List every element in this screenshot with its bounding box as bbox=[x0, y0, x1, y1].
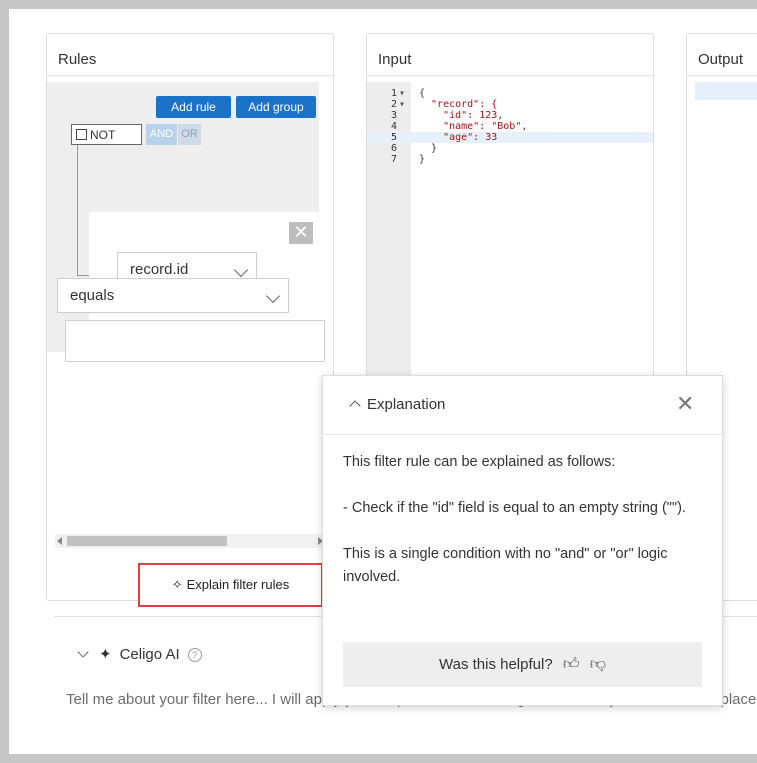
output-code-editor[interactable] bbox=[695, 82, 757, 100]
operator-select[interactable]: equals bbox=[57, 278, 289, 313]
not-label: NOT bbox=[90, 128, 116, 142]
explain-filter-rules-button[interactable]: ✧ Explain filter rules bbox=[138, 563, 323, 607]
line-number: 4 bbox=[391, 121, 398, 132]
line-number: 5 bbox=[391, 132, 398, 143]
divider bbox=[687, 75, 757, 76]
or-button[interactable]: OR bbox=[178, 124, 201, 145]
code-text: { bbox=[419, 88, 426, 99]
thumbs-down-icon[interactable]: 👎︎ bbox=[590, 642, 606, 687]
line-number: 7 bbox=[391, 154, 398, 165]
helpful-label: Was this helpful? bbox=[439, 656, 553, 673]
sparkle-icon: ✦ bbox=[99, 646, 112, 663]
fold-icon[interactable]: ▾ bbox=[399, 88, 405, 99]
not-toggle[interactable]: NOT bbox=[71, 124, 142, 145]
horizontal-scrollbar[interactable] bbox=[55, 534, 325, 548]
input-title: Input bbox=[378, 51, 412, 68]
field-select-value: record.id bbox=[130, 261, 189, 278]
scrollbar-thumb[interactable] bbox=[67, 536, 227, 546]
line-number: 1 bbox=[391, 88, 398, 99]
divider bbox=[47, 75, 333, 76]
scroll-left-icon[interactable] bbox=[57, 537, 62, 545]
input-code-editor[interactable]: 1 ▾ { 2 ▾ "record": { 3 "id": 123, 4 "name… bbox=[367, 82, 653, 382]
line-number: 6 bbox=[391, 143, 398, 154]
code-text: "id": 123, bbox=[419, 110, 504, 121]
sparkle-icon: ✧ bbox=[171, 577, 183, 592]
code-line: 7 } bbox=[367, 154, 653, 165]
delete-rule-button[interactable]: ✕ bbox=[289, 222, 313, 244]
line-number: 2 bbox=[391, 99, 398, 110]
code-line: 1 ▾ { bbox=[367, 88, 653, 99]
celigo-ai-title: Celigo AI bbox=[119, 646, 180, 663]
operator-select-value: equals bbox=[70, 287, 115, 304]
chevron-down-icon bbox=[233, 262, 249, 278]
add-group-button[interactable]: Add group bbox=[236, 96, 316, 118]
code-line: 3 "id": 123, bbox=[367, 110, 653, 121]
code-text: } bbox=[419, 143, 438, 154]
query-builder: Add rule Add group NOT AND OR ✕ record.i… bbox=[47, 82, 325, 362]
explanation-header[interactable]: Explanation ✕ bbox=[323, 376, 722, 435]
celigo-ai-header[interactable]: ✦ Celigo AI? bbox=[77, 645, 202, 663]
output-title: Output bbox=[698, 51, 744, 68]
value-input[interactable] bbox=[65, 320, 325, 362]
code-text: "record": { bbox=[419, 99, 498, 110]
code-line: 6 } bbox=[367, 143, 653, 154]
code-line: 2 ▾ "record": { bbox=[367, 99, 653, 110]
explanation-popup: Explanation ✕ This filter rule can be ex… bbox=[322, 375, 723, 706]
filter-editor-window: Rules Add rule Add group NOT AND OR ✕ re… bbox=[9, 9, 757, 754]
explanation-body: This filter rule can be explained as fol… bbox=[343, 451, 708, 589]
code-text: } bbox=[419, 154, 426, 165]
rules-panel: Rules Add rule Add group NOT AND OR ✕ re… bbox=[46, 33, 334, 607]
chevron-up-icon[interactable] bbox=[349, 400, 361, 412]
code-text: "name": "Bob", bbox=[419, 121, 528, 132]
rules-title: Rules bbox=[58, 51, 97, 68]
code-text: "age": 33 bbox=[419, 132, 498, 143]
code-line: 4 "name": "Bob", bbox=[367, 121, 653, 132]
fold-icon[interactable]: ▾ bbox=[399, 99, 405, 110]
line-number: 3 bbox=[391, 110, 398, 121]
explanation-line: This filter rule can be explained as fol… bbox=[343, 454, 616, 470]
code-line-active: 5 "age": 33 bbox=[367, 132, 653, 143]
divider bbox=[367, 75, 653, 76]
help-icon[interactable]: ? bbox=[187, 648, 202, 662]
close-icon[interactable]: ✕ bbox=[676, 391, 694, 417]
explain-button-label: Explain filter rules bbox=[186, 577, 290, 592]
chevron-down-icon bbox=[265, 288, 281, 304]
thumbs-up-icon[interactable]: 👍︎ bbox=[563, 642, 580, 687]
explanation-line: - Check if the "id" field is equal to an… bbox=[343, 500, 686, 516]
feedback-bar: Was this helpful? 👍︎ 👎︎ bbox=[343, 642, 702, 687]
checkbox-icon[interactable] bbox=[76, 129, 87, 140]
add-rule-button[interactable]: Add rule bbox=[156, 96, 231, 118]
chevron-down-icon[interactable] bbox=[77, 646, 89, 658]
explanation-line: This is a single condition with no "and"… bbox=[343, 546, 668, 585]
and-button[interactable]: AND bbox=[146, 124, 177, 145]
explanation-title: Explanation bbox=[367, 396, 446, 413]
